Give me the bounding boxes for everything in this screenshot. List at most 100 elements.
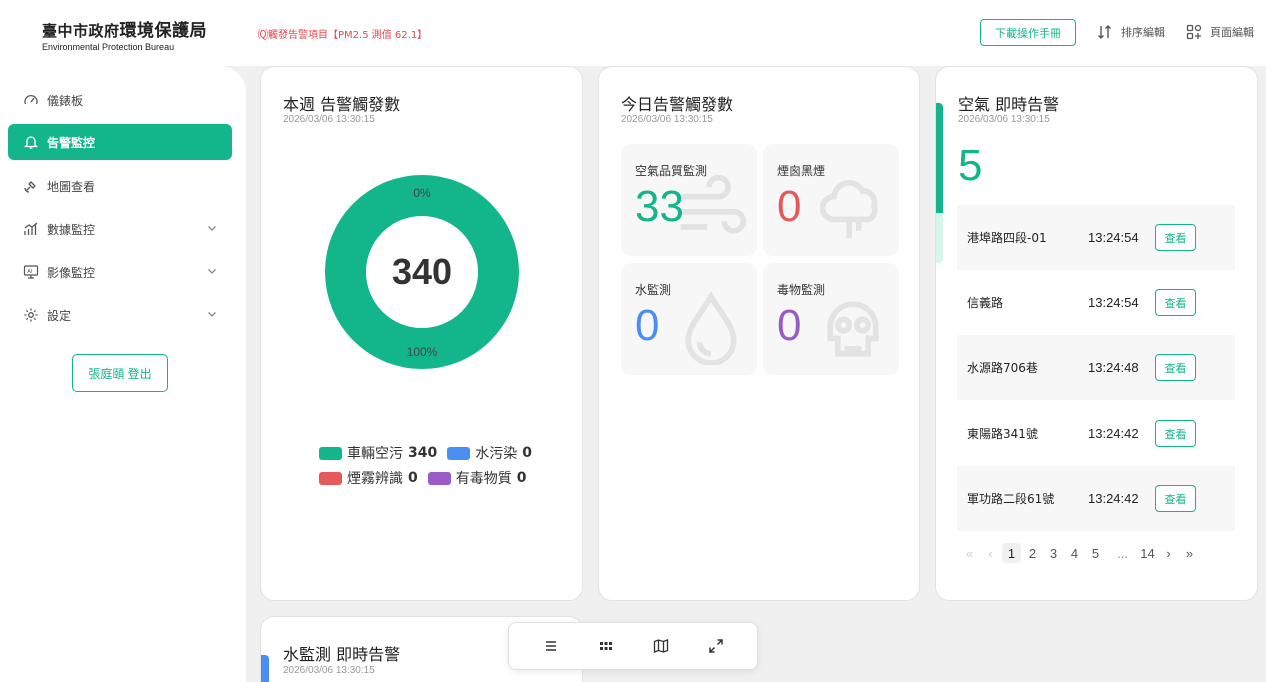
floating-toolbar bbox=[508, 622, 758, 670]
tile-water[interactable]: 水監測 0 bbox=[621, 263, 757, 375]
map-icon[interactable] bbox=[651, 636, 671, 656]
tile-label: 毒物監測 bbox=[777, 283, 826, 297]
sidebar-item-label: 影像監控 bbox=[47, 265, 96, 280]
sort-edit-button[interactable]: 排序編輯 bbox=[1097, 24, 1165, 40]
view-button[interactable]: 查看 bbox=[1155, 354, 1196, 381]
legend-label: 有毒物質 bbox=[455, 471, 512, 487]
first-page-icon[interactable]: « bbox=[960, 543, 979, 563]
card-timestamp: 2026/03/06 13:30:15 bbox=[958, 114, 1050, 125]
satellite-icon bbox=[22, 177, 40, 195]
donut-top-label: 0% bbox=[413, 186, 431, 200]
legend-item[interactable]: 水污染 0 bbox=[447, 443, 532, 463]
page-number[interactable]: 14 bbox=[1138, 543, 1157, 563]
sidebar-item-image-monitor[interactable]: AI 影像監控 bbox=[8, 254, 232, 290]
tile-air-quality[interactable]: 空氣品質監測 33 bbox=[621, 144, 757, 256]
sidebar-item-data-monitor[interactable]: 數據監控 bbox=[8, 211, 232, 247]
legend-label: 車輛空污 bbox=[347, 446, 403, 462]
tile-value: 0 bbox=[635, 301, 660, 350]
sidebar-item-label: 告警監控 bbox=[47, 135, 96, 150]
legend-value: 0 bbox=[522, 445, 532, 461]
sidebar-item-alert-monitor[interactable]: 告警監控 bbox=[8, 124, 232, 160]
legend-value: 340 bbox=[408, 445, 438, 461]
view-button[interactable]: 查看 bbox=[1155, 224, 1196, 251]
card-title: 本週 告警觸發數 bbox=[283, 95, 401, 114]
list-icon[interactable] bbox=[541, 636, 561, 656]
bar-chart-icon bbox=[22, 220, 40, 238]
alert-location: 信義路 bbox=[967, 296, 1004, 310]
legend-item[interactable]: 有毒物質 0 bbox=[427, 468, 527, 488]
legend-swatch bbox=[319, 446, 342, 460]
alert-time: 13:24:54 bbox=[1088, 230, 1139, 245]
page-edit-button[interactable]: 頁面編輯 bbox=[1186, 24, 1254, 40]
expand-icon[interactable] bbox=[706, 636, 726, 656]
alert-marquee: 🄠觸發告警項目【PM2.5 測值 62.1】 bbox=[258, 30, 428, 41]
page-number[interactable]: 5 bbox=[1086, 543, 1105, 563]
scroll-indicator[interactable] bbox=[261, 655, 269, 682]
logo[interactable]: 臺中市政府環境保護局 Environmental Protection Bure… bbox=[42, 16, 207, 52]
top-header: 臺中市政府環境保護局 Environmental Protection Bure… bbox=[0, 0, 1266, 66]
layout-icon bbox=[1186, 24, 1202, 40]
tile-value: 0 bbox=[777, 182, 802, 231]
legend-item[interactable]: 車輛空污 340 bbox=[319, 443, 437, 463]
page-number[interactable]: 1 bbox=[1002, 543, 1021, 563]
tile-value: 33 bbox=[635, 182, 684, 231]
alert-row: 東陽路341號 13:24:42 查看 bbox=[957, 401, 1235, 466]
chevron-down-icon[interactable] bbox=[206, 308, 218, 320]
tile-chimney-smoke[interactable]: 煙囪黑煙 0 bbox=[763, 144, 899, 256]
page-number[interactable]: 3 bbox=[1044, 543, 1063, 563]
legend-swatch bbox=[447, 446, 471, 460]
tile-toxic[interactable]: 毒物監測 0 bbox=[763, 263, 899, 375]
page-number[interactable]: 4 bbox=[1065, 543, 1084, 563]
alert-location: 軍功路二段61號 bbox=[967, 492, 1055, 506]
alert-row: 信義路 13:24:54 查看 bbox=[957, 270, 1235, 335]
card-title: 今日告警觸發數 bbox=[621, 95, 734, 114]
legend-label: 煙霧辨識 bbox=[347, 471, 403, 487]
gear-icon bbox=[22, 306, 40, 324]
sidebar-item-label: 地圖查看 bbox=[47, 179, 96, 194]
sort-icon bbox=[1098, 25, 1111, 39]
today-alert-card: 今日告警觸發數 2026/03/06 13:30:15 空氣品質監測 33 煙囪… bbox=[598, 66, 920, 601]
bell-icon bbox=[22, 133, 40, 151]
legend-label: 水污染 bbox=[475, 446, 518, 462]
logout-button[interactable]: 張庭頤 登出 bbox=[72, 354, 168, 392]
logo-title-big: 環境保護局 bbox=[119, 21, 208, 41]
chevron-down-icon[interactable] bbox=[206, 222, 218, 234]
card-timestamp: 2026/03/06 13:30:15 bbox=[283, 114, 375, 125]
next-page-icon[interactable]: › bbox=[1159, 543, 1178, 563]
weekly-alert-card: 本週 告警觸發數 2026/03/06 13:30:15 340 0% 100% 車… bbox=[260, 66, 583, 601]
donut-total: 340 bbox=[392, 251, 452, 292]
chevron-down-icon[interactable] bbox=[206, 265, 218, 277]
page-ellipsis[interactable]: ... bbox=[1113, 543, 1132, 563]
card-timestamp: 2026/03/06 13:30:15 bbox=[621, 114, 713, 125]
grid-icon[interactable] bbox=[596, 636, 616, 656]
legend-value: 0 bbox=[408, 470, 418, 486]
sidebar-item-label: 數據監控 bbox=[47, 222, 96, 237]
view-button[interactable]: 查看 bbox=[1155, 485, 1196, 512]
donut-bottom-label: 100% bbox=[407, 345, 438, 359]
tile-label: 煙囪黑煙 bbox=[777, 164, 826, 178]
tile-value: 0 bbox=[777, 301, 802, 350]
download-manual-button[interactable]: 下載操作手冊 bbox=[980, 19, 1076, 46]
prev-page-icon[interactable]: ‹ bbox=[981, 543, 1000, 563]
sidebar-item-settings[interactable]: 設定 bbox=[8, 297, 232, 333]
legend-item[interactable]: 煙霧辨識 0 bbox=[319, 468, 418, 488]
page-number[interactable]: 2 bbox=[1023, 543, 1042, 563]
tile-label: 空氣品質監測 bbox=[635, 164, 708, 178]
sidebar-item-dashboard[interactable]: 儀錶板 bbox=[8, 82, 232, 118]
alert-time: 13:24:42 bbox=[1088, 491, 1139, 506]
alert-time: 13:24:48 bbox=[1088, 360, 1139, 375]
view-button[interactable]: 查看 bbox=[1155, 289, 1196, 316]
gauge-icon bbox=[22, 91, 40, 109]
sidebar-item-label: 儀錶板 bbox=[47, 93, 84, 108]
alert-location: 港埠路四段-01 bbox=[967, 231, 1047, 245]
view-button[interactable]: 查看 bbox=[1155, 420, 1196, 447]
tile-label: 水監測 bbox=[635, 283, 672, 297]
pagination: « ‹ 1 2 3 4 5 ... 14 › » bbox=[960, 543, 1201, 563]
chart-legend: 車輛空污 340 水污染 0 煙霧辨識 0 有毒物質 0 bbox=[319, 443, 532, 493]
card-timestamp: 2026/03/06 13:30:15 bbox=[283, 665, 375, 676]
scroll-indicator[interactable] bbox=[936, 103, 943, 263]
smoke-cloud-icon bbox=[819, 180, 878, 239]
last-page-icon[interactable]: » bbox=[1180, 543, 1199, 563]
sidebar-item-map[interactable]: 地圖查看 bbox=[8, 168, 232, 204]
alert-row: 水源路706巷 13:24:48 查看 bbox=[957, 335, 1235, 400]
